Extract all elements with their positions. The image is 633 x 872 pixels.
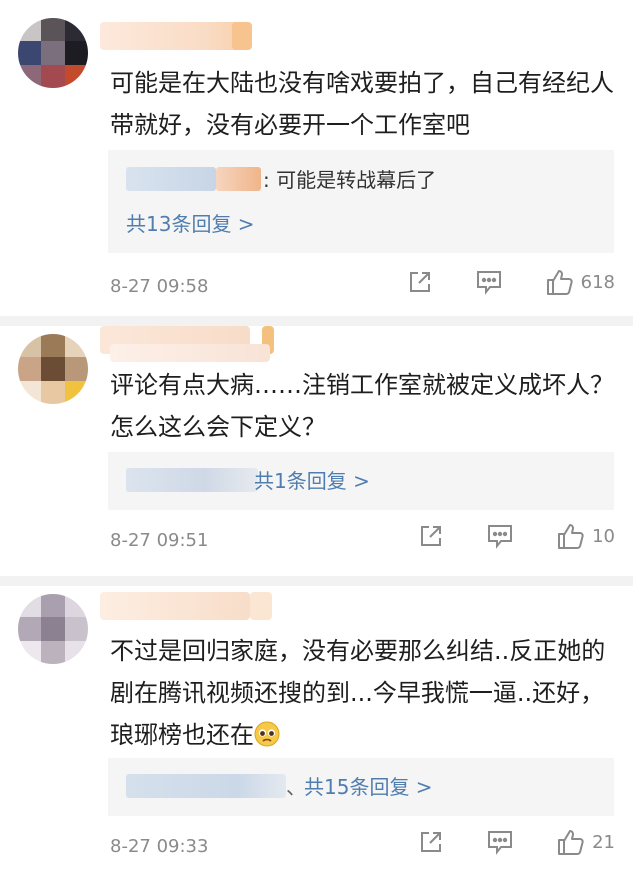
comment-text: 不过是回归家庭，没有必要那么纠结..反正她的剧在腾讯视频还搜的到...今早我慌一…	[110, 630, 620, 756]
comment-button[interactable]	[486, 523, 514, 549]
action-bar: 618	[407, 268, 615, 296]
timestamp: 8-27 09:51	[110, 530, 209, 551]
thumbs-up-icon	[546, 270, 573, 295]
reply-box[interactable]: 共1条回复 >	[108, 452, 614, 510]
comment-text: 可能是在大陆也没有啥戏要拍了，自己有经纪人带就好，没有必要开一个工作室吧	[110, 69, 614, 139]
comment-item: 不过是回归家庭，没有必要那么纠结..反正她的剧在腾讯视频还搜的到...今早我慌一…	[0, 586, 633, 872]
username[interactable]	[100, 592, 250, 620]
user-badge	[232, 22, 252, 50]
reply-username[interactable]	[126, 773, 286, 798]
action-bar: 21	[418, 828, 615, 856]
pleading-face-emoji	[254, 721, 280, 747]
thumbs-up-icon	[558, 524, 584, 549]
view-replies-link[interactable]: 共15条回复 >	[304, 771, 433, 800]
comment-button[interactable]	[486, 829, 514, 855]
comment-icon	[488, 525, 513, 549]
like-button[interactable]: 21	[556, 828, 615, 856]
reply-preview-text: : 可能是转战幕后了	[263, 168, 437, 192]
share-button[interactable]	[407, 269, 433, 295]
share-button[interactable]	[418, 829, 444, 855]
comment-text-content: 不过是回归家庭，没有必要那么纠结..反正她的剧在腾讯视频还搜的到...今早我慌一…	[110, 637, 606, 749]
reply-preview[interactable]: 共1条回复 >	[126, 465, 370, 494]
reply-preview[interactable]: 、 共15条回复 >	[126, 771, 433, 800]
divider	[0, 576, 633, 586]
comment-item: 可能是在大陆也没有啥戏要拍了，自己有经纪人带就好，没有必要开一个工作室吧 : 可…	[0, 0, 633, 316]
divider	[0, 316, 633, 326]
like-count: 10	[592, 525, 615, 547]
view-replies-link[interactable]: 共1条回复 >	[254, 465, 370, 494]
reply-box[interactable]: 、 共15条回复 >	[108, 758, 614, 816]
action-bar: 10	[418, 522, 615, 550]
username-extra	[250, 592, 272, 620]
share-icon	[409, 272, 430, 292]
comment-text: 评论有点大病……注销工作室就被定义成坏人？怎么这么会下定义？	[110, 371, 614, 441]
avatar[interactable]	[18, 18, 88, 88]
avatar[interactable]	[18, 594, 88, 664]
timestamp: 8-27 09:33	[110, 836, 209, 857]
comment-icon	[476, 271, 501, 295]
like-button[interactable]: 10	[556, 522, 615, 550]
reply-username[interactable]	[126, 467, 258, 492]
share-icon	[421, 526, 442, 546]
comment-item: 评论有点大病……注销工作室就被定义成坏人？怎么这么会下定义？ 共1条回复 > 8…	[0, 326, 633, 576]
share-icon	[421, 832, 442, 852]
view-replies-link[interactable]: 共13条回复 >	[126, 208, 255, 237]
share-button[interactable]	[418, 523, 444, 549]
like-count: 21	[592, 831, 615, 853]
timestamp: 8-27 09:58	[110, 276, 209, 297]
reply-preview[interactable]: : 可能是转战幕后了	[126, 164, 436, 193]
comment-icon	[488, 831, 513, 855]
reply-link-row: 共13条回复 >	[126, 208, 255, 237]
reply-username-extra	[216, 166, 261, 191]
reply-box[interactable]: : 可能是转战幕后了 共13条回复 >	[108, 150, 614, 253]
username-extra	[110, 344, 270, 362]
reply-preview-text: 、	[286, 775, 306, 799]
comment-button[interactable]	[475, 269, 503, 295]
reply-username[interactable]	[126, 166, 216, 191]
like-count: 618	[580, 271, 615, 293]
username[interactable]	[100, 22, 250, 50]
thumbs-up-icon	[558, 830, 584, 855]
like-button[interactable]: 618	[545, 268, 615, 296]
avatar[interactable]	[18, 334, 88, 404]
